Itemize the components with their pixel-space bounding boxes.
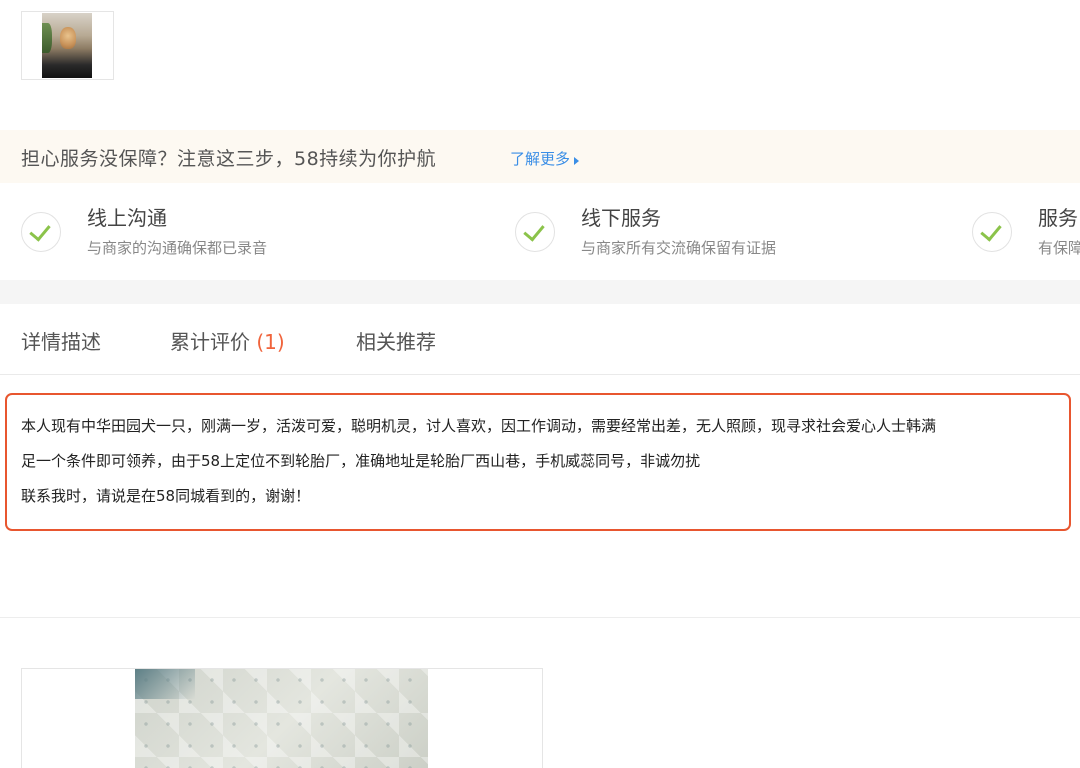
tab-reviews-label: 累计评价 [170,330,250,354]
learn-more-label: 了解更多 [510,150,571,168]
check-icon [972,212,1012,252]
step-title: 服务 [1038,206,1078,230]
photo-shadow [135,669,195,699]
tab-related[interactable]: 相关推荐 [356,326,436,355]
description-box: 本人现有中华田园犬一只，刚满一岁，活泼可爱，聪明机灵，讨人喜欢，因工作调动，需要… [5,393,1071,531]
description-line: 足一个条件即可领养，由于58上定位不到轮胎厂，准确地址是轮胎厂西山巷，手机威蕊同… [21,452,701,470]
description-line: 联系我时，请说是在58同城看到的，谢谢！ [21,487,311,505]
check-icon [515,212,555,252]
step-description: 与商家的沟通确保都已录音 [87,239,268,257]
assurance-banner: 担心服务没保障？注意这三步，58持续为你护航 了解更多 [0,130,1080,183]
assurance-steps: 线上沟通 与商家的沟通确保都已录音 线下服务 与商家所有交流确保留有证据 服务 … [0,183,1080,280]
dog-figure [60,27,76,49]
floor-photo-image [135,669,428,768]
thumbnail-photo[interactable] [21,11,114,80]
arrow-right-icon [574,157,580,165]
section-separator [0,280,1080,304]
dog-thumbnail-image [42,13,92,78]
divider [0,617,1080,618]
step-description: 与商家所有交流确保留有证据 [581,239,777,257]
listing-detail-page: 担心服务没保障？注意这三步，58持续为你护航 了解更多 线上沟通 与商家的沟通确… [0,0,1080,768]
step-title: 线下服务 [581,206,661,230]
tab-details[interactable]: 详情描述 [21,326,101,355]
plant-leaf [42,23,52,53]
step-description: 有保障 [1038,239,1080,257]
check-icon [21,212,61,252]
assurance-title: 担心服务没保障？注意这三步，58持续为你护航 [21,148,437,170]
learn-more-link[interactable]: 了解更多 [510,148,580,169]
detail-tabs: 详情描述 累计评价 (1) 相关推荐 [0,304,1080,375]
step-title: 线上沟通 [87,206,167,230]
tab-reviews[interactable]: 累计评价 (1) [170,326,285,355]
listing-photo[interactable] [21,668,543,768]
review-count: (1) [256,330,285,354]
description-line: 本人现有中华田园犬一只，刚满一岁，活泼可爱，聪明机灵，讨人喜欢，因工作调动，需要… [21,417,937,435]
